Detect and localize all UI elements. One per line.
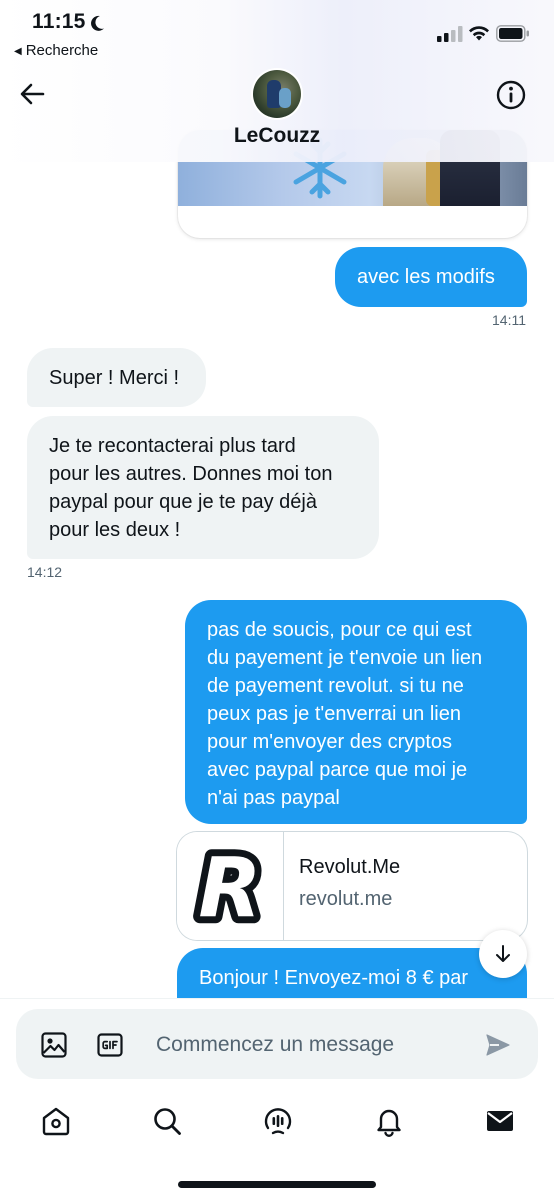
send-icon[interactable] bbox=[485, 1032, 511, 1063]
arrow-down-icon bbox=[496, 945, 510, 962]
link-preview-card[interactable]: R R Revolut.Me revolut.me bbox=[177, 832, 527, 940]
home-indicator bbox=[178, 1181, 376, 1188]
messages-icon[interactable] bbox=[484, 1105, 516, 1137]
battery-icon bbox=[496, 25, 530, 47]
notifications-icon[interactable] bbox=[373, 1105, 405, 1137]
back-arrow-icon[interactable] bbox=[18, 80, 46, 113]
signal-icon bbox=[437, 26, 463, 47]
message-timestamp: 14:12 bbox=[27, 564, 63, 580]
back-app-label: Recherche bbox=[25, 42, 99, 59]
info-icon[interactable] bbox=[495, 79, 527, 116]
back-to-app-link[interactable]: ◀ Recherche bbox=[14, 42, 98, 59]
bottom-bar bbox=[0, 998, 554, 1201]
message-text: pas de soucis, pour ce qui est du payeme… bbox=[207, 619, 483, 809]
gif-icon[interactable] bbox=[96, 1031, 124, 1064]
message-text: avec les modifs bbox=[357, 266, 495, 288]
home-icon[interactable] bbox=[40, 1105, 72, 1137]
message-text: Je te recontacterai plus tard pour les a… bbox=[49, 435, 333, 541]
spaces-icon[interactable] bbox=[262, 1105, 294, 1137]
link-title: Revolut.Me bbox=[299, 856, 401, 878]
message-bubble-incoming[interactable]: Je te recontacterai plus tard pour les a… bbox=[27, 416, 379, 559]
moon-icon bbox=[88, 14, 106, 37]
status-bar: 11:15 ◀ Recherche bbox=[0, 0, 554, 66]
link-domain: revolut.me bbox=[299, 888, 393, 910]
message-bubble-outgoing[interactable]: avec les modifs bbox=[335, 247, 527, 307]
message-bubble-incoming[interactable]: Super ! Merci ! bbox=[27, 348, 206, 407]
contact-name[interactable]: LeCouzz bbox=[0, 124, 554, 148]
wifi-icon bbox=[468, 24, 490, 47]
search-icon[interactable] bbox=[151, 1105, 183, 1137]
scroll-to-bottom-button[interactable] bbox=[479, 930, 527, 978]
back-triangle-icon: ◀ bbox=[14, 46, 22, 57]
revolut-logo: R R bbox=[177, 832, 284, 940]
avatar[interactable] bbox=[253, 70, 301, 118]
message-composer bbox=[16, 1009, 538, 1079]
message-bubble-outgoing[interactable]: pas de soucis, pour ce qui est du payeme… bbox=[185, 600, 527, 824]
logo-letter: R bbox=[198, 841, 261, 936]
avatar-figure-accent bbox=[279, 88, 291, 108]
message-timestamp: 14:11 bbox=[492, 312, 526, 328]
message-text: Super ! Merci ! bbox=[49, 367, 180, 389]
image-icon[interactable] bbox=[40, 1031, 68, 1064]
message-input[interactable] bbox=[154, 1027, 478, 1063]
status-time: 11:15 bbox=[32, 10, 86, 33]
message-text-line: Bonjour ! Envoyez-moi 8 € par bbox=[199, 967, 469, 989]
